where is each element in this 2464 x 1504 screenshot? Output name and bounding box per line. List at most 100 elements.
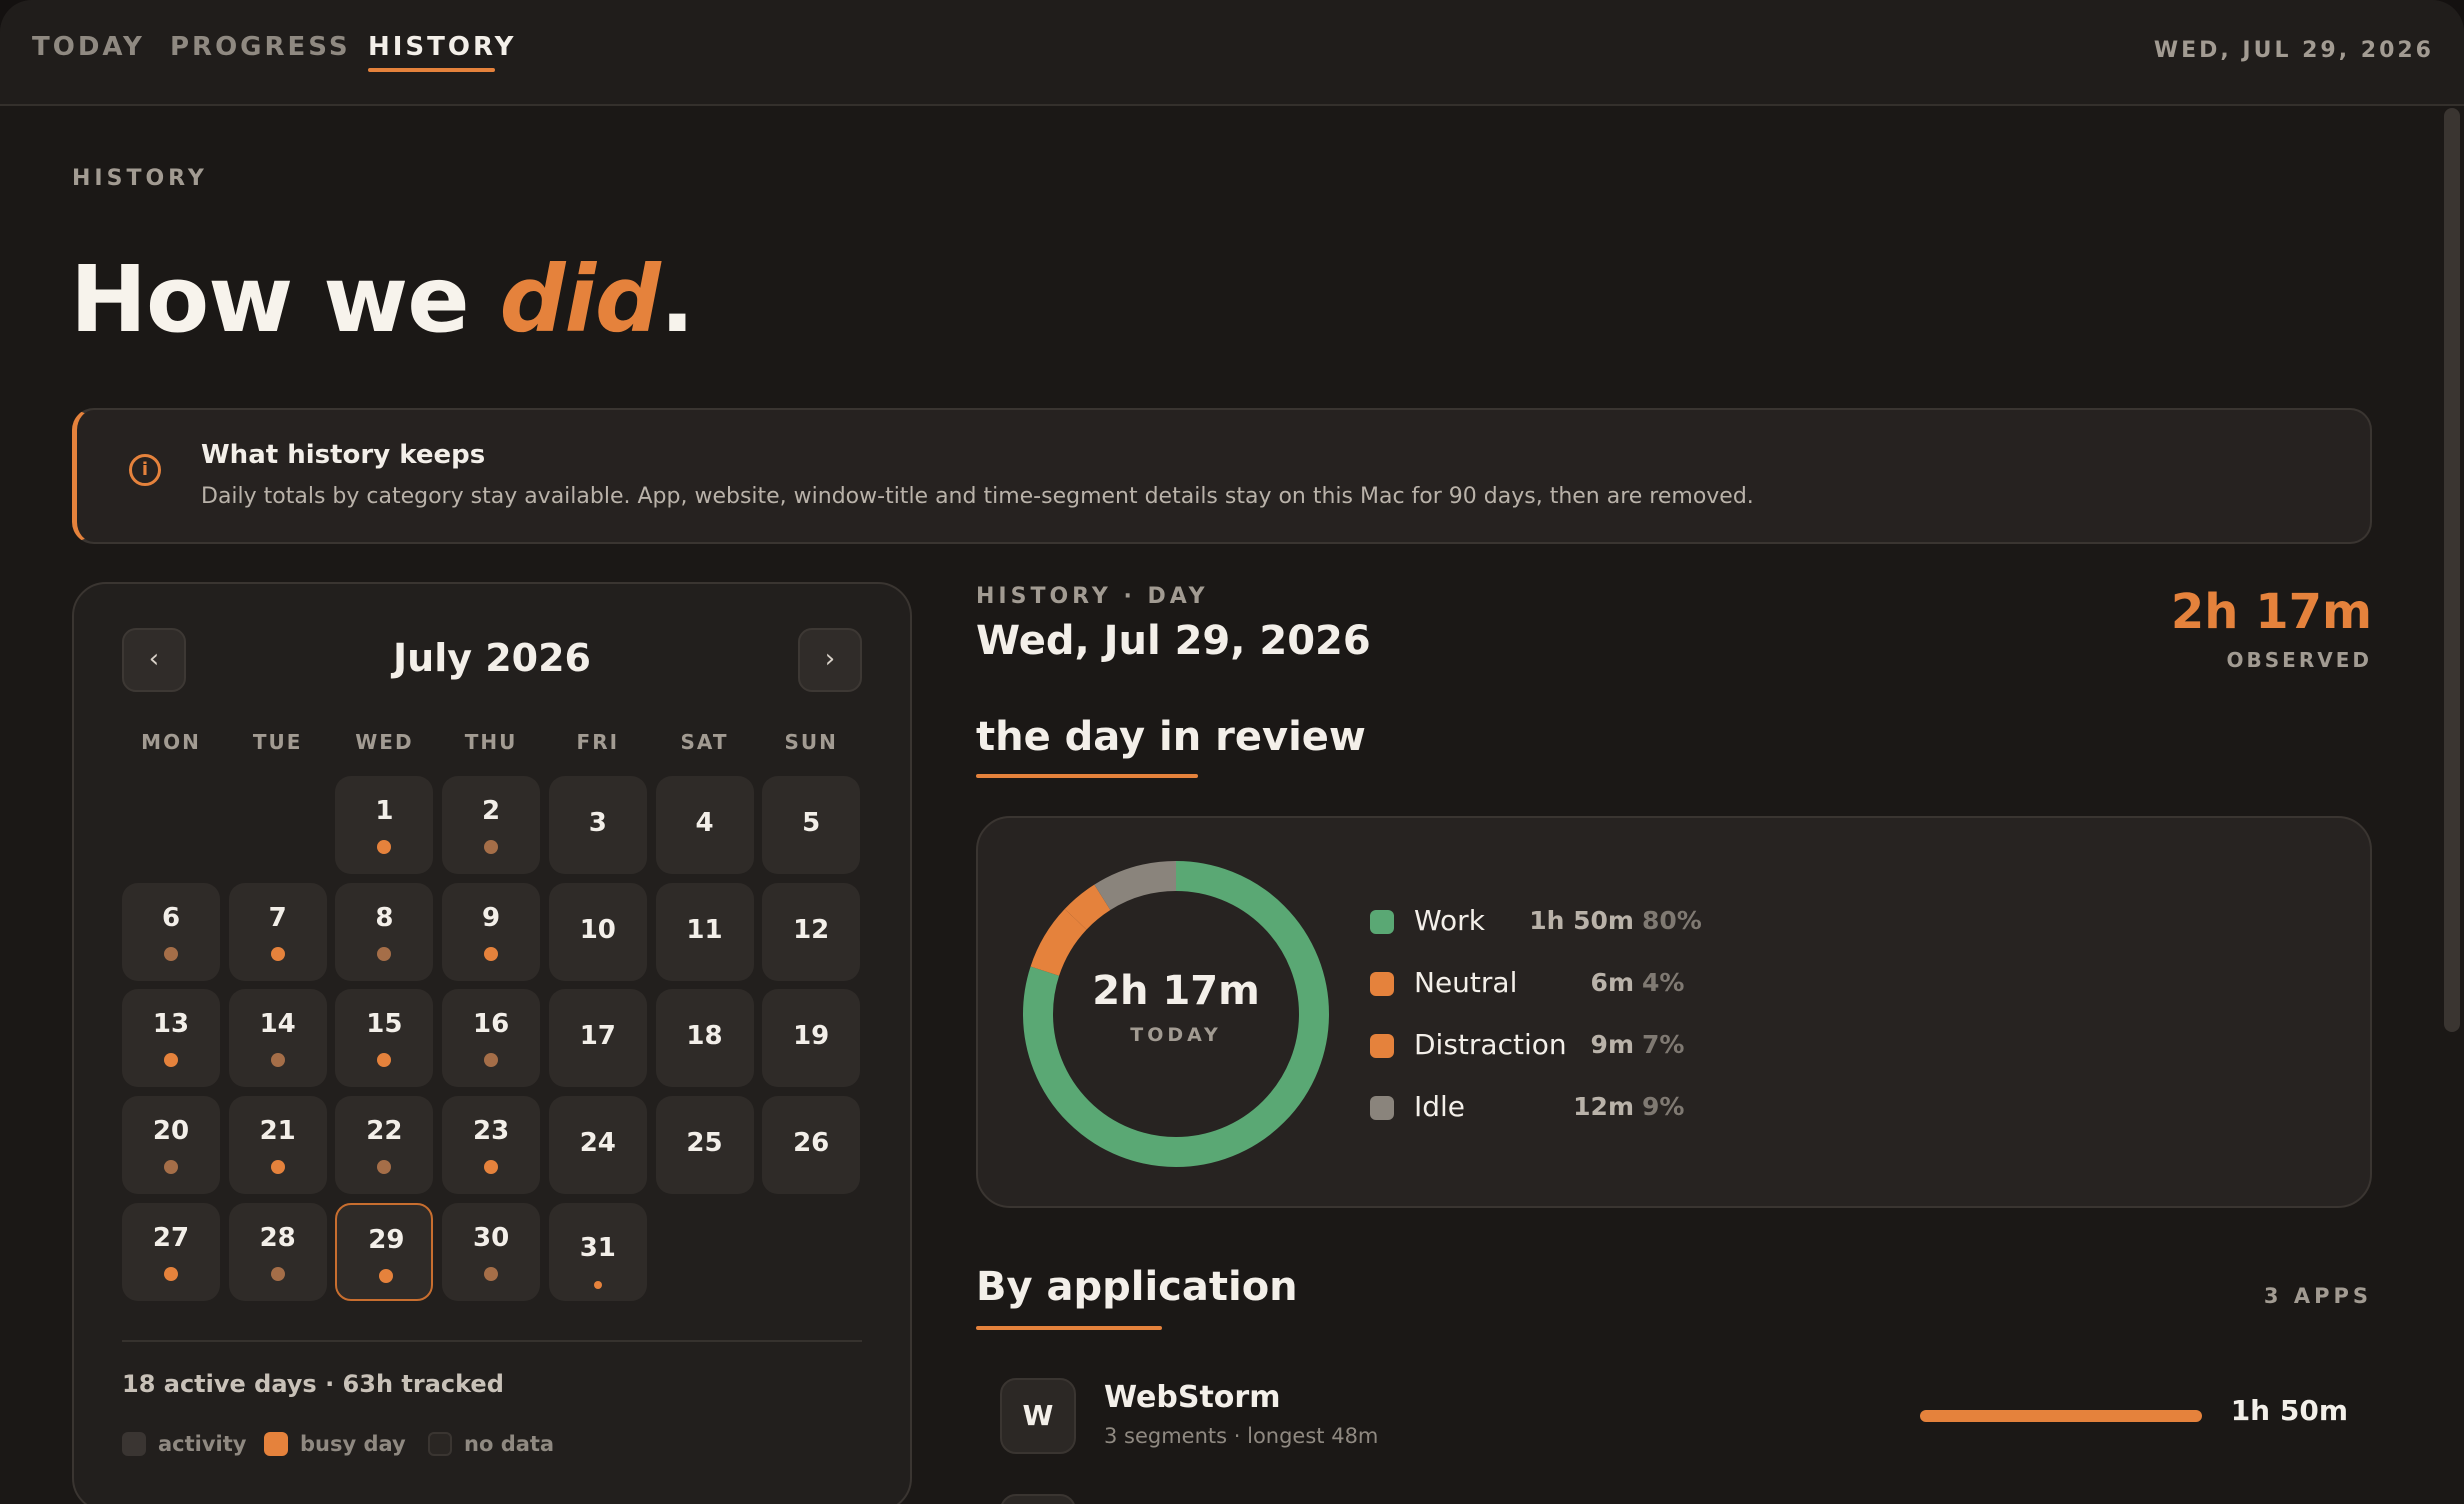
category-name: Neutral: [1414, 966, 1518, 999]
title-end: .: [659, 246, 695, 353]
activity-dot: [377, 946, 392, 961]
calendar-day-13[interactable]: 13: [122, 989, 220, 1088]
category-time: 6m: [1590, 968, 1634, 997]
day-number: 22: [366, 1116, 403, 1147]
category-name: Distraction: [1414, 1028, 1567, 1061]
observed-label: OBSERVED: [2226, 648, 2372, 672]
scrollbar[interactable]: [2444, 108, 2460, 1032]
calendar-day-7[interactable]: 7: [228, 882, 327, 981]
calendar-day-27[interactable]: 27: [122, 1202, 220, 1301]
legend-swatch-busy: [264, 1432, 288, 1456]
calendar-day-6[interactable]: 6: [122, 882, 220, 981]
day-number: 18: [686, 1021, 723, 1052]
active-tab-indicator: [368, 68, 495, 72]
day-number: 10: [579, 914, 616, 945]
calendar-day-24[interactable]: 24: [548, 1096, 647, 1195]
donut-total: 2h 17m: [1092, 968, 1260, 1014]
calendar-summary: 18 active days · 63h tracked: [122, 1370, 504, 1398]
legend-label: busy day: [300, 1432, 406, 1456]
weekday-header: SUN: [784, 730, 838, 754]
weekday-header: MON: [141, 730, 201, 754]
category-donut: [1023, 861, 1329, 1167]
weekday-header: THU: [464, 730, 518, 754]
calendar-day-31[interactable]: 31: [548, 1202, 647, 1301]
busy-dot: [270, 946, 285, 961]
app-usage-bar: [1920, 1410, 2202, 1422]
activity-dot: [164, 1160, 178, 1175]
tab-history[interactable]: HISTORY: [368, 32, 516, 72]
legend-label: no data: [464, 1432, 555, 1456]
category-row-work: Work 1h 50m 80%: [1370, 902, 1790, 942]
calendar-day-18[interactable]: 18: [655, 989, 754, 1088]
app-row[interactable]: W WebStorm 3 segments · longest 48m 1h 5…: [1000, 1374, 2372, 1454]
info-banner: i What history keeps Daily totals by cat…: [72, 408, 2372, 544]
day-number: 7: [268, 902, 287, 933]
calendar-day-30[interactable]: 30: [442, 1202, 541, 1301]
calendar-day-11[interactable]: 11: [655, 882, 754, 981]
category-name: Idle: [1414, 1090, 1466, 1123]
day-number: 8: [375, 902, 394, 933]
calendar-day-25[interactable]: 25: [655, 1096, 754, 1195]
calendar-day-17[interactable]: 17: [548, 989, 647, 1088]
calendar-day-2[interactable]: 2: [442, 776, 541, 874]
observed-total: 2h 17m: [2170, 584, 2372, 640]
calendar-day-9[interactable]: 9: [442, 882, 541, 981]
day-eyebrow: HISTORY · DAY: [976, 584, 1209, 609]
tab-today[interactable]: TODAY: [32, 32, 145, 72]
review-card: 2h 17m TODAY Work 1h 50m 80% Neutral 6m 4% Dis…: [976, 816, 2372, 1208]
day-number: 17: [579, 1021, 616, 1052]
title-lead: How we: [70, 246, 500, 353]
category-row-idle: Idle 12m 9%: [1370, 1088, 1790, 1128]
activity-dot: [270, 1053, 285, 1068]
calendar-day-15[interactable]: 15: [335, 989, 434, 1088]
calendar-day-20[interactable]: 20: [122, 1096, 220, 1195]
calendar-day-22[interactable]: 22: [335, 1096, 434, 1195]
calendar-day-8[interactable]: 8: [335, 882, 434, 981]
day-number: 2: [482, 796, 501, 826]
calendar-day-21[interactable]: 21: [228, 1096, 327, 1195]
busy-dot: [377, 1053, 392, 1068]
activity-dot: [484, 1266, 499, 1281]
calendar-day-1[interactable]: 1: [335, 776, 434, 874]
current-date: WED, JUL 29, 2026: [2153, 38, 2434, 63]
busy-dot: [164, 1053, 178, 1068]
info-title: What history keeps: [201, 440, 486, 470]
calendar-day-28[interactable]: 28: [228, 1202, 327, 1301]
category-row-neutral: Neutral 6m 4%: [1370, 964, 1790, 1004]
category-name: Work: [1414, 904, 1485, 937]
calendar-day-10[interactable]: 10: [548, 882, 647, 981]
calendar-day-26[interactable]: 26: [762, 1096, 861, 1195]
calendar-day-12[interactable]: 12: [762, 882, 861, 981]
calendar-day-23[interactable]: 23: [442, 1096, 541, 1195]
category-swatch: [1370, 1034, 1394, 1058]
top-nav: TODAY PROGRESS HISTORY WED, JUL 29, 2026: [0, 0, 2464, 106]
calendar-day-19[interactable]: 19: [762, 989, 861, 1088]
legend-swatch-no-data: [428, 1432, 452, 1456]
busy-dot: [379, 1268, 394, 1283]
day-number: 12: [793, 914, 830, 945]
category-swatch: [1370, 1096, 1394, 1120]
day-number: 30: [473, 1222, 510, 1253]
calendar-day-4[interactable]: 4: [655, 776, 754, 874]
review-underline: [976, 774, 1198, 778]
day-number: 1: [375, 796, 394, 826]
weekday-header: FRI: [576, 730, 620, 754]
next-month-button[interactable]: ›: [798, 628, 862, 692]
tab-progress[interactable]: PROGRESS: [170, 32, 351, 72]
calendar-day-3[interactable]: 3: [548, 776, 647, 874]
busy-dot: [484, 946, 499, 961]
weekday-header: SAT: [680, 730, 729, 754]
day-number: 14: [259, 1009, 296, 1040]
calendar-day-16[interactable]: 16: [442, 989, 541, 1088]
day-number: 23: [473, 1116, 510, 1147]
calendar-day-14[interactable]: 14: [228, 989, 327, 1088]
category-row-distraction: Distraction 9m 7%: [1370, 1026, 1790, 1066]
day-number: 3: [588, 808, 607, 838]
app-name: WebStorm: [1104, 1380, 1281, 1415]
busy-dot: [593, 1280, 602, 1289]
calendar-day-5[interactable]: 5: [762, 776, 861, 874]
calendar-day-29[interactable]: 29: [335, 1202, 434, 1301]
category-swatch: [1370, 910, 1394, 934]
app-time: 1h 50m: [2230, 1394, 2348, 1427]
calendar-divider: [122, 1340, 862, 1342]
